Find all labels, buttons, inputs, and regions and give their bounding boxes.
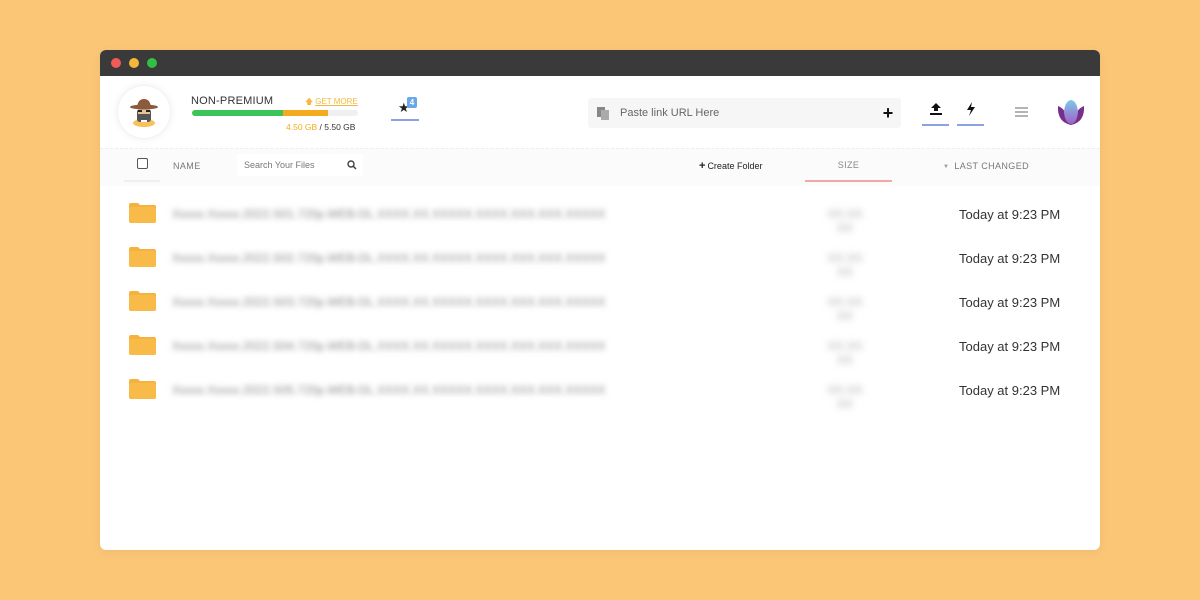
- bolt-icon: [966, 102, 975, 116]
- table-row[interactable]: Xxxxx.Xxxxx.2022.S04.720p.WEB-DL.XXXX.XX…: [100, 325, 1100, 369]
- storage-bar-green: [192, 110, 284, 116]
- hamburger-icon-line: [1015, 115, 1028, 117]
- file-size: XX.XX XX: [827, 339, 863, 367]
- minimize-window-button[interactable]: [129, 58, 139, 68]
- sort-caret-down-icon: ▼: [943, 164, 950, 170]
- create-folder-button[interactable]: + Create Folder: [699, 160, 762, 172]
- last-changed: Today at 9:23 PM: [959, 383, 1061, 398]
- menu-button[interactable]: [1015, 107, 1028, 119]
- avatar[interactable]: [118, 86, 170, 138]
- column-name[interactable]: NAME: [173, 161, 201, 171]
- hat-bearded-man-avatar-icon: [130, 99, 158, 127]
- table-row[interactable]: Xxxxx.Xxxxx.2022.S03.720p.WEB-DL.XXXX.XX…: [100, 281, 1100, 325]
- hamburger-icon-line: [1015, 107, 1028, 109]
- storage-progress-bar: [192, 110, 358, 116]
- upload-icon: [929, 103, 942, 115]
- checkbox-underline: [124, 180, 160, 182]
- hamburger-icon-line: [1015, 111, 1028, 113]
- column-last-changed-label: LAST CHANGED: [954, 161, 1029, 171]
- plan-label: NON-PREMIUM: [191, 95, 274, 107]
- storage-bar-orange: [283, 110, 329, 116]
- file-size: XX.XX XX: [827, 251, 863, 279]
- file-size: XX.XX XX: [827, 207, 863, 235]
- table-row[interactable]: Xxxxx.Xxxxx.2022.S02.720p.WEB-DL.XXXX.XX…: [100, 237, 1100, 281]
- column-last-changed[interactable]: ▼ LAST CHANGED: [943, 161, 1029, 171]
- search-files-input[interactable]: [244, 160, 339, 170]
- upload-button[interactable]: [922, 98, 949, 126]
- get-more-label: GET MORE: [315, 97, 358, 106]
- folder-icon: [129, 335, 156, 355]
- table-header: NAME +Create Folder SIZE ▼ LAST CHANGED: [100, 148, 1100, 186]
- close-window-button[interactable]: [111, 58, 121, 68]
- file-size: XX.XX XX: [827, 383, 863, 411]
- arrow-up-icon: 🡅: [305, 97, 314, 106]
- table-row[interactable]: Xxxxx.Xxxxx.2022.S01.720p.WEB-DL.XXXX.XX…: [100, 193, 1100, 237]
- file-name: Xxxxx.Xxxxx.2022.S01.720p.WEB-DL.XXXX.XX…: [172, 207, 606, 221]
- last-changed: Today at 9:23 PM: [959, 295, 1061, 310]
- last-changed: Today at 9:23 PM: [959, 339, 1061, 354]
- search-files-box: [237, 154, 363, 176]
- storage-text: 4.50 GB / 5.50 GB: [286, 122, 355, 132]
- file-size: XX.XX XX: [827, 295, 863, 323]
- create-folder-label: Create Folder: [707, 161, 763, 171]
- title-bar: [100, 50, 1100, 76]
- search-icon[interactable]: [347, 160, 357, 170]
- file-name: Xxxxx.Xxxxx.2022.S02.720p.WEB-DL.XXXX.XX…: [172, 251, 606, 265]
- url-input-box: +: [588, 98, 901, 128]
- file-name: Xxxxx.Xxxxx.2022.S04.720p.WEB-DL.XXXX.XX…: [172, 339, 606, 353]
- url-input[interactable]: [620, 107, 860, 119]
- folder-icon: [129, 203, 156, 223]
- app-window: NON-PREMIUM 🡅 GET MORE 4.50 GB / 5.50 GB …: [100, 50, 1100, 550]
- select-all-checkbox[interactable]: [137, 158, 148, 169]
- table-row[interactable]: Xxxxx.Xxxxx.2022.S05.720p.WEB-DL.XXXX.XX…: [100, 369, 1100, 411]
- maximize-window-button[interactable]: [147, 58, 157, 68]
- add-url-button[interactable]: +: [875, 98, 901, 128]
- paste-icon: [597, 107, 609, 120]
- folder-icon: [129, 379, 156, 399]
- favorites-button[interactable]: ★ 4: [391, 95, 419, 121]
- lotus-logo-icon[interactable]: [1055, 98, 1087, 128]
- plus-icon: +: [699, 160, 706, 172]
- folder-icon: [129, 291, 156, 311]
- file-list: Xxxxx.Xxxxx.2022.S01.720p.WEB-DL.XXXX.XX…: [100, 193, 1100, 411]
- favorites-badge: 4: [407, 97, 417, 108]
- get-more-link[interactable]: 🡅 GET MORE: [305, 96, 358, 110]
- storage-used: 4.50 GB: [286, 122, 318, 132]
- header: NON-PREMIUM 🡅 GET MORE 4.50 GB / 5.50 GB …: [100, 76, 1100, 148]
- file-name: Xxxxx.Xxxxx.2022.S03.720p.WEB-DL.XXXX.XX…: [172, 295, 606, 309]
- file-name: Xxxxx.Xxxxx.2022.S05.720p.WEB-DL.XXXX.XX…: [172, 383, 606, 397]
- last-changed: Today at 9:23 PM: [959, 251, 1061, 266]
- quick-action-button[interactable]: [957, 98, 984, 126]
- folder-icon: [129, 247, 156, 267]
- storage-total: 5.50 GB: [324, 122, 356, 132]
- last-changed: Today at 9:23 PM: [959, 207, 1061, 222]
- column-size[interactable]: SIZE: [805, 149, 892, 182]
